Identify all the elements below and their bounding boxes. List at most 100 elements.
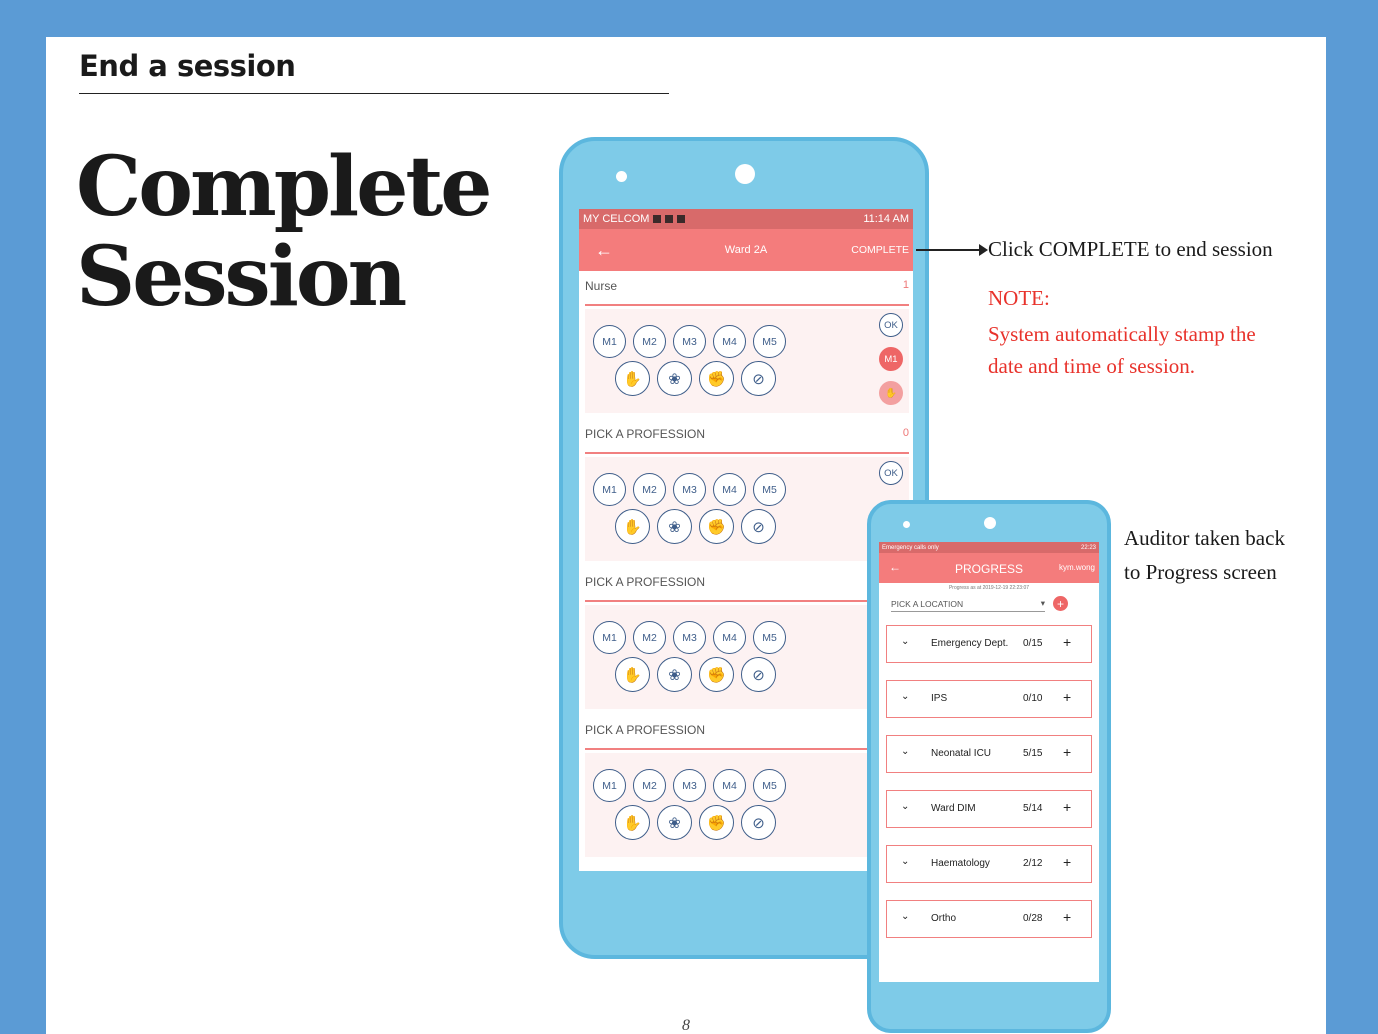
ward-name: Ortho: [931, 913, 957, 924]
add-icon[interactable]: +: [1063, 909, 1071, 925]
note-title: NOTE:: [988, 286, 1050, 310]
page-heading: Complete Session: [76, 142, 492, 322]
moment-button-m5[interactable]: M5: [753, 325, 786, 358]
moment-button-m4[interactable]: M4: [713, 325, 746, 358]
expand-chevron-icon[interactable]: ⌄: [901, 911, 909, 922]
location-placeholder: PICK A LOCATION: [891, 598, 964, 609]
ward-row[interactable]: ⌄ Ward DIM 5/14 +: [886, 790, 1092, 828]
expand-chevron-icon[interactable]: ⌄: [901, 746, 909, 757]
ward-count: 0/28: [1023, 913, 1043, 924]
expand-chevron-icon[interactable]: ⌄: [901, 801, 909, 812]
arrow-line: [916, 249, 981, 251]
profession-group: Nurse 1 M1 M2 M3 M4 M5 ✋ ❀ ✊ ⊘ OK M1 ✋: [579, 271, 913, 419]
expand-chevron-icon[interactable]: ⌄: [901, 856, 909, 867]
moment-button-m4[interactable]: M4: [713, 769, 746, 802]
section-rule: [79, 93, 669, 94]
ward-row[interactable]: ⌄ Emergency Dept. 0/15 +: [886, 625, 1092, 663]
complete-button[interactable]: COMPLETE: [851, 244, 909, 256]
action-row: ✋ ❀ ✊ ⊘: [615, 361, 776, 396]
arrow-head-icon: [979, 244, 988, 256]
observation-count: 0: [902, 427, 909, 439]
username: kym.wong: [1058, 563, 1095, 572]
ward-row[interactable]: ⌄ Neonatal ICU 5/15 +: [886, 735, 1092, 773]
glove-icon[interactable]: ✊: [699, 361, 734, 396]
profession-label[interactable]: PICK A PROFESSION: [585, 427, 705, 441]
observation-count: 1: [902, 279, 909, 291]
no-action-icon[interactable]: ⊘: [741, 657, 776, 692]
add-icon[interactable]: +: [1063, 854, 1071, 870]
expand-chevron-icon[interactable]: ⌄: [901, 636, 909, 647]
handwash-icon[interactable]: ❀: [657, 805, 692, 840]
auditor-note-line-1: Auditor taken back: [1124, 526, 1285, 550]
status-time: 22:23: [1080, 544, 1096, 551]
moment-button-m2[interactable]: M2: [633, 621, 666, 654]
ok-button[interactable]: OK: [879, 313, 903, 337]
moment-button-m3[interactable]: M3: [673, 473, 706, 506]
handwash-icon[interactable]: ❀: [657, 361, 692, 396]
profession-label[interactable]: Nurse: [585, 279, 617, 293]
ok-button[interactable]: OK: [879, 461, 903, 485]
handrub-icon[interactable]: ✋: [615, 805, 650, 840]
moment-row: M1 M2 M3 M4 M5: [593, 769, 786, 802]
profession-groups: Nurse 1 M1 M2 M3 M4 M5 ✋ ❀ ✊ ⊘ OK M1 ✋ PICK A PROFESSI…: [579, 271, 913, 863]
moment-button-m1[interactable]: M1: [593, 473, 626, 506]
status-bar: Emergency calls only 22:23: [879, 542, 1099, 553]
handwash-icon[interactable]: ❀: [657, 509, 692, 544]
group-divider: [585, 452, 909, 454]
progress-timestamp: Progress as at 2019-12-19 22:23:07: [948, 585, 1030, 591]
moment-button-m4[interactable]: M4: [713, 473, 746, 506]
moment-button-m5[interactable]: M5: [753, 769, 786, 802]
no-action-icon[interactable]: ⊘: [741, 805, 776, 840]
glove-icon[interactable]: ✊: [699, 805, 734, 840]
ward-row[interactable]: ⌄ IPS 0/10 +: [886, 680, 1092, 718]
moment-button-m3[interactable]: M3: [673, 621, 706, 654]
moment-button-m1[interactable]: M1: [593, 769, 626, 802]
no-action-icon[interactable]: ⊘: [741, 361, 776, 396]
moment-button-m4[interactable]: M4: [713, 621, 746, 654]
moment-button-m1[interactable]: M1: [593, 621, 626, 654]
app-bar: ← PROGRESS kym.wong: [879, 553, 1099, 583]
camera-dot: [735, 164, 755, 184]
action-row: ✋ ❀ ✊ ⊘: [615, 657, 776, 692]
location-select[interactable]: PICK A LOCATION ▾: [891, 596, 1045, 612]
ward-row[interactable]: ⌄ Haematology 2/12 +: [886, 845, 1092, 883]
dropdown-arrow-icon: ▾: [1040, 598, 1045, 608]
moment-button-m5[interactable]: M5: [753, 621, 786, 654]
moment-button-m2[interactable]: M2: [633, 769, 666, 802]
handwash-icon[interactable]: ❀: [657, 657, 692, 692]
action-row: ✋ ❀ ✊ ⊘: [615, 805, 776, 840]
ward-name: Emergency Dept.: [931, 638, 1009, 649]
group-divider: [585, 304, 909, 306]
handrub-icon[interactable]: ✋: [615, 361, 650, 396]
selected-moment-m1[interactable]: M1: [879, 347, 903, 371]
add-icon[interactable]: +: [1063, 634, 1071, 650]
ward-name: IPS: [931, 693, 948, 704]
click-complete-note: Click COMPLETE to end session: [988, 237, 1273, 261]
speaker-dot: [903, 521, 910, 528]
moment-button-m2[interactable]: M2: [633, 473, 666, 506]
handrub-icon[interactable]: ✋: [615, 509, 650, 544]
handrub-icon[interactable]: ✋: [615, 657, 650, 692]
selected-handrub-icon[interactable]: ✋: [879, 381, 903, 405]
moment-button-m3[interactable]: M3: [673, 325, 706, 358]
profession-label[interactable]: PICK A PROFESSION: [585, 723, 705, 737]
glove-icon[interactable]: ✊: [699, 509, 734, 544]
no-action-icon[interactable]: ⊘: [741, 509, 776, 544]
add-icon[interactable]: +: [1063, 799, 1071, 815]
expand-chevron-icon[interactable]: ⌄: [901, 691, 909, 702]
add-icon[interactable]: +: [1063, 744, 1071, 760]
moment-button-m3[interactable]: M3: [673, 769, 706, 802]
profession-group: PICK A PROFESSION M1 M2 M3 M4 M5 ✋ ❀ ✊ ⊘: [579, 715, 913, 863]
note-line-2: date and time of session.: [988, 354, 1196, 378]
glove-icon[interactable]: ✊: [699, 657, 734, 692]
ward-count: 5/14: [1023, 803, 1043, 814]
moment-button-m2[interactable]: M2: [633, 325, 666, 358]
moment-button-m1[interactable]: M1: [593, 325, 626, 358]
moment-button-m5[interactable]: M5: [753, 473, 786, 506]
profession-label[interactable]: PICK A PROFESSION: [585, 575, 705, 589]
group-divider: [585, 600, 909, 602]
ward-name: Haematology: [931, 858, 990, 869]
ward-row[interactable]: ⌄ Ortho 0/28 +: [886, 900, 1092, 938]
add-icon[interactable]: +: [1063, 689, 1071, 705]
add-location-button[interactable]: +: [1053, 596, 1068, 611]
